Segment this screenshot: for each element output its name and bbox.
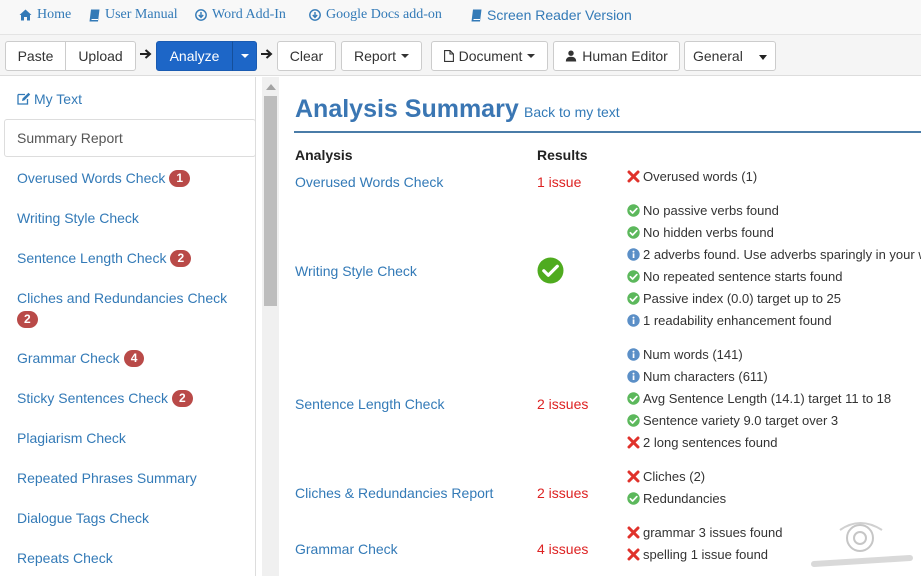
count-badge: 2 bbox=[171, 390, 193, 407]
scrollbar-thumb[interactable] bbox=[264, 96, 277, 306]
check-icon bbox=[627, 413, 641, 428]
detail-item: 2 long sentences found bbox=[627, 435, 777, 450]
info-icon bbox=[627, 369, 641, 384]
cross-icon bbox=[627, 170, 641, 184]
user-icon bbox=[565, 50, 577, 62]
detail-item: Cliches (2) bbox=[627, 469, 705, 484]
back-to-text-link[interactable]: Back to my text bbox=[524, 104, 620, 120]
row-link-overused-words[interactable]: Overused Words Check bbox=[295, 174, 443, 190]
sidebar-item-my-text[interactable]: My Text bbox=[17, 89, 82, 109]
book-icon bbox=[89, 9, 100, 22]
sidebar: My Text Summary Report Overused Words Ch… bbox=[0, 77, 256, 576]
detail-item: No passive verbs found bbox=[627, 203, 779, 218]
top-nav: Home User Manual Word Add-In Google Docs… bbox=[0, 0, 921, 34]
detail-item: Passive index (0.0) target up to 25 bbox=[627, 291, 841, 306]
analyze-button[interactable]: Analyze bbox=[156, 41, 233, 71]
file-icon bbox=[443, 50, 454, 62]
sidebar-item-overused-words[interactable]: Overused Words Check 1 bbox=[17, 168, 191, 188]
nav-word-addin-link[interactable]: Word Add-In bbox=[195, 7, 286, 23]
style-select[interactable]: General bbox=[684, 41, 776, 71]
detail-item: 1 readability enhancement found bbox=[627, 313, 832, 328]
detail-item: No hidden verbs found bbox=[627, 225, 774, 240]
nav-home-link[interactable]: Home bbox=[19, 7, 71, 23]
title-divider bbox=[294, 131, 921, 133]
count-badge: 2 bbox=[17, 311, 38, 328]
cross-icon bbox=[627, 526, 641, 540]
detail-item: Num characters (611) bbox=[627, 369, 768, 384]
cross-icon bbox=[627, 548, 641, 562]
detail-item: Num words (141) bbox=[627, 347, 743, 362]
document-button[interactable]: Document bbox=[431, 41, 548, 71]
toolbar: Paste Upload Analyze Clear Report Docume… bbox=[0, 34, 921, 76]
detail-item: Redundancies bbox=[627, 491, 726, 506]
select-arrow-icon bbox=[759, 48, 767, 64]
column-header-analysis: Analysis bbox=[295, 147, 353, 163]
caret-down-icon bbox=[527, 54, 536, 58]
page-title: Analysis Summary bbox=[295, 95, 519, 123]
detail-item: Sentence variety 9.0 target over 3 bbox=[627, 413, 838, 428]
home-icon bbox=[19, 9, 32, 21]
detail-item: Avg Sentence Length (14.1) target 11 to … bbox=[627, 391, 891, 406]
book-icon bbox=[471, 9, 482, 22]
detail-item: spelling 1 issue found bbox=[627, 547, 768, 562]
row-result: 2 issues bbox=[537, 485, 589, 501]
nav-user-manual-link[interactable]: User Manual bbox=[89, 7, 178, 23]
sidebar-item-sentence-length[interactable]: Sentence Length Check 2 bbox=[17, 248, 192, 268]
scroll-up-arrow-icon[interactable] bbox=[266, 84, 276, 90]
edit-icon bbox=[17, 92, 31, 105]
check-icon bbox=[627, 225, 641, 240]
analysis-summary-panel: Analysis Summary Back to my text Analysi… bbox=[280, 77, 921, 576]
count-badge: 2 bbox=[170, 250, 192, 267]
sidebar-item-repeats[interactable]: Repeats Check bbox=[17, 548, 113, 568]
row-link-sentence-length[interactable]: Sentence Length Check bbox=[295, 396, 444, 412]
row-link-cliches-redundancies[interactable]: Cliches & Redundancies Report bbox=[295, 485, 493, 501]
sidebar-item-writing-style[interactable]: Writing Style Check bbox=[17, 208, 139, 228]
nav-screen-reader-link[interactable]: Screen Reader Version bbox=[471, 7, 632, 23]
arrow-right-icon bbox=[140, 47, 152, 63]
row-result: 2 issues bbox=[537, 396, 589, 412]
detail-item: grammar 3 issues found bbox=[627, 525, 782, 540]
info-icon bbox=[627, 247, 641, 262]
paste-button[interactable]: Paste bbox=[5, 41, 66, 71]
column-header-results: Results bbox=[537, 147, 588, 163]
report-button[interactable]: Report bbox=[341, 41, 422, 71]
row-link-grammar[interactable]: Grammar Check bbox=[295, 541, 398, 557]
detail-item: Overused words (1) bbox=[627, 169, 757, 184]
clear-button[interactable]: Clear bbox=[277, 41, 336, 71]
sidebar-item-summary-report[interactable]: Summary Report bbox=[4, 119, 256, 157]
caret-down-icon bbox=[240, 54, 249, 58]
info-icon bbox=[627, 313, 641, 328]
human-editor-button[interactable]: Human Editor bbox=[553, 41, 680, 71]
row-result: 4 issues bbox=[537, 541, 589, 557]
row-result: 1 issue bbox=[537, 174, 582, 190]
check-circle-icon bbox=[537, 257, 564, 284]
sidebar-item-dialogue-tags[interactable]: Dialogue Tags Check bbox=[17, 508, 149, 528]
check-icon bbox=[627, 391, 641, 406]
cross-icon bbox=[627, 470, 641, 484]
info-icon bbox=[627, 347, 641, 362]
download-icon bbox=[195, 9, 207, 21]
nav-google-docs-link[interactable]: Google Docs add-on bbox=[309, 7, 442, 23]
analyze-dropdown-button[interactable] bbox=[232, 41, 257, 71]
sidebar-item-plagiarism[interactable]: Plagiarism Check bbox=[17, 428, 126, 448]
detail-item: No repeated sentence starts found bbox=[627, 269, 842, 284]
sidebar-item-grammar[interactable]: Grammar Check 4 bbox=[17, 348, 145, 368]
count-badge: 4 bbox=[123, 350, 145, 367]
arrow-right-icon bbox=[261, 47, 273, 63]
caret-down-icon bbox=[401, 54, 410, 58]
sidebar-item-cliches[interactable]: Cliches and Redundancies Check 2 bbox=[17, 288, 227, 329]
sidebar-item-repeated-phrases[interactable]: Repeated Phrases Summary bbox=[17, 468, 197, 488]
check-icon bbox=[627, 203, 641, 218]
detail-item: 2 adverbs found. Use adverbs sparingly i… bbox=[627, 247, 921, 262]
row-link-writing-style[interactable]: Writing Style Check bbox=[295, 263, 417, 279]
sidebar-item-sticky-sentences[interactable]: Sticky Sentences Check 2 bbox=[17, 388, 193, 408]
download-icon bbox=[309, 9, 321, 21]
check-icon bbox=[627, 291, 641, 306]
check-icon bbox=[627, 491, 641, 506]
cross-icon bbox=[627, 436, 641, 450]
watermark-logo bbox=[810, 520, 920, 570]
count-badge: 1 bbox=[169, 170, 191, 187]
check-icon bbox=[627, 269, 641, 284]
upload-button[interactable]: Upload bbox=[65, 41, 136, 71]
